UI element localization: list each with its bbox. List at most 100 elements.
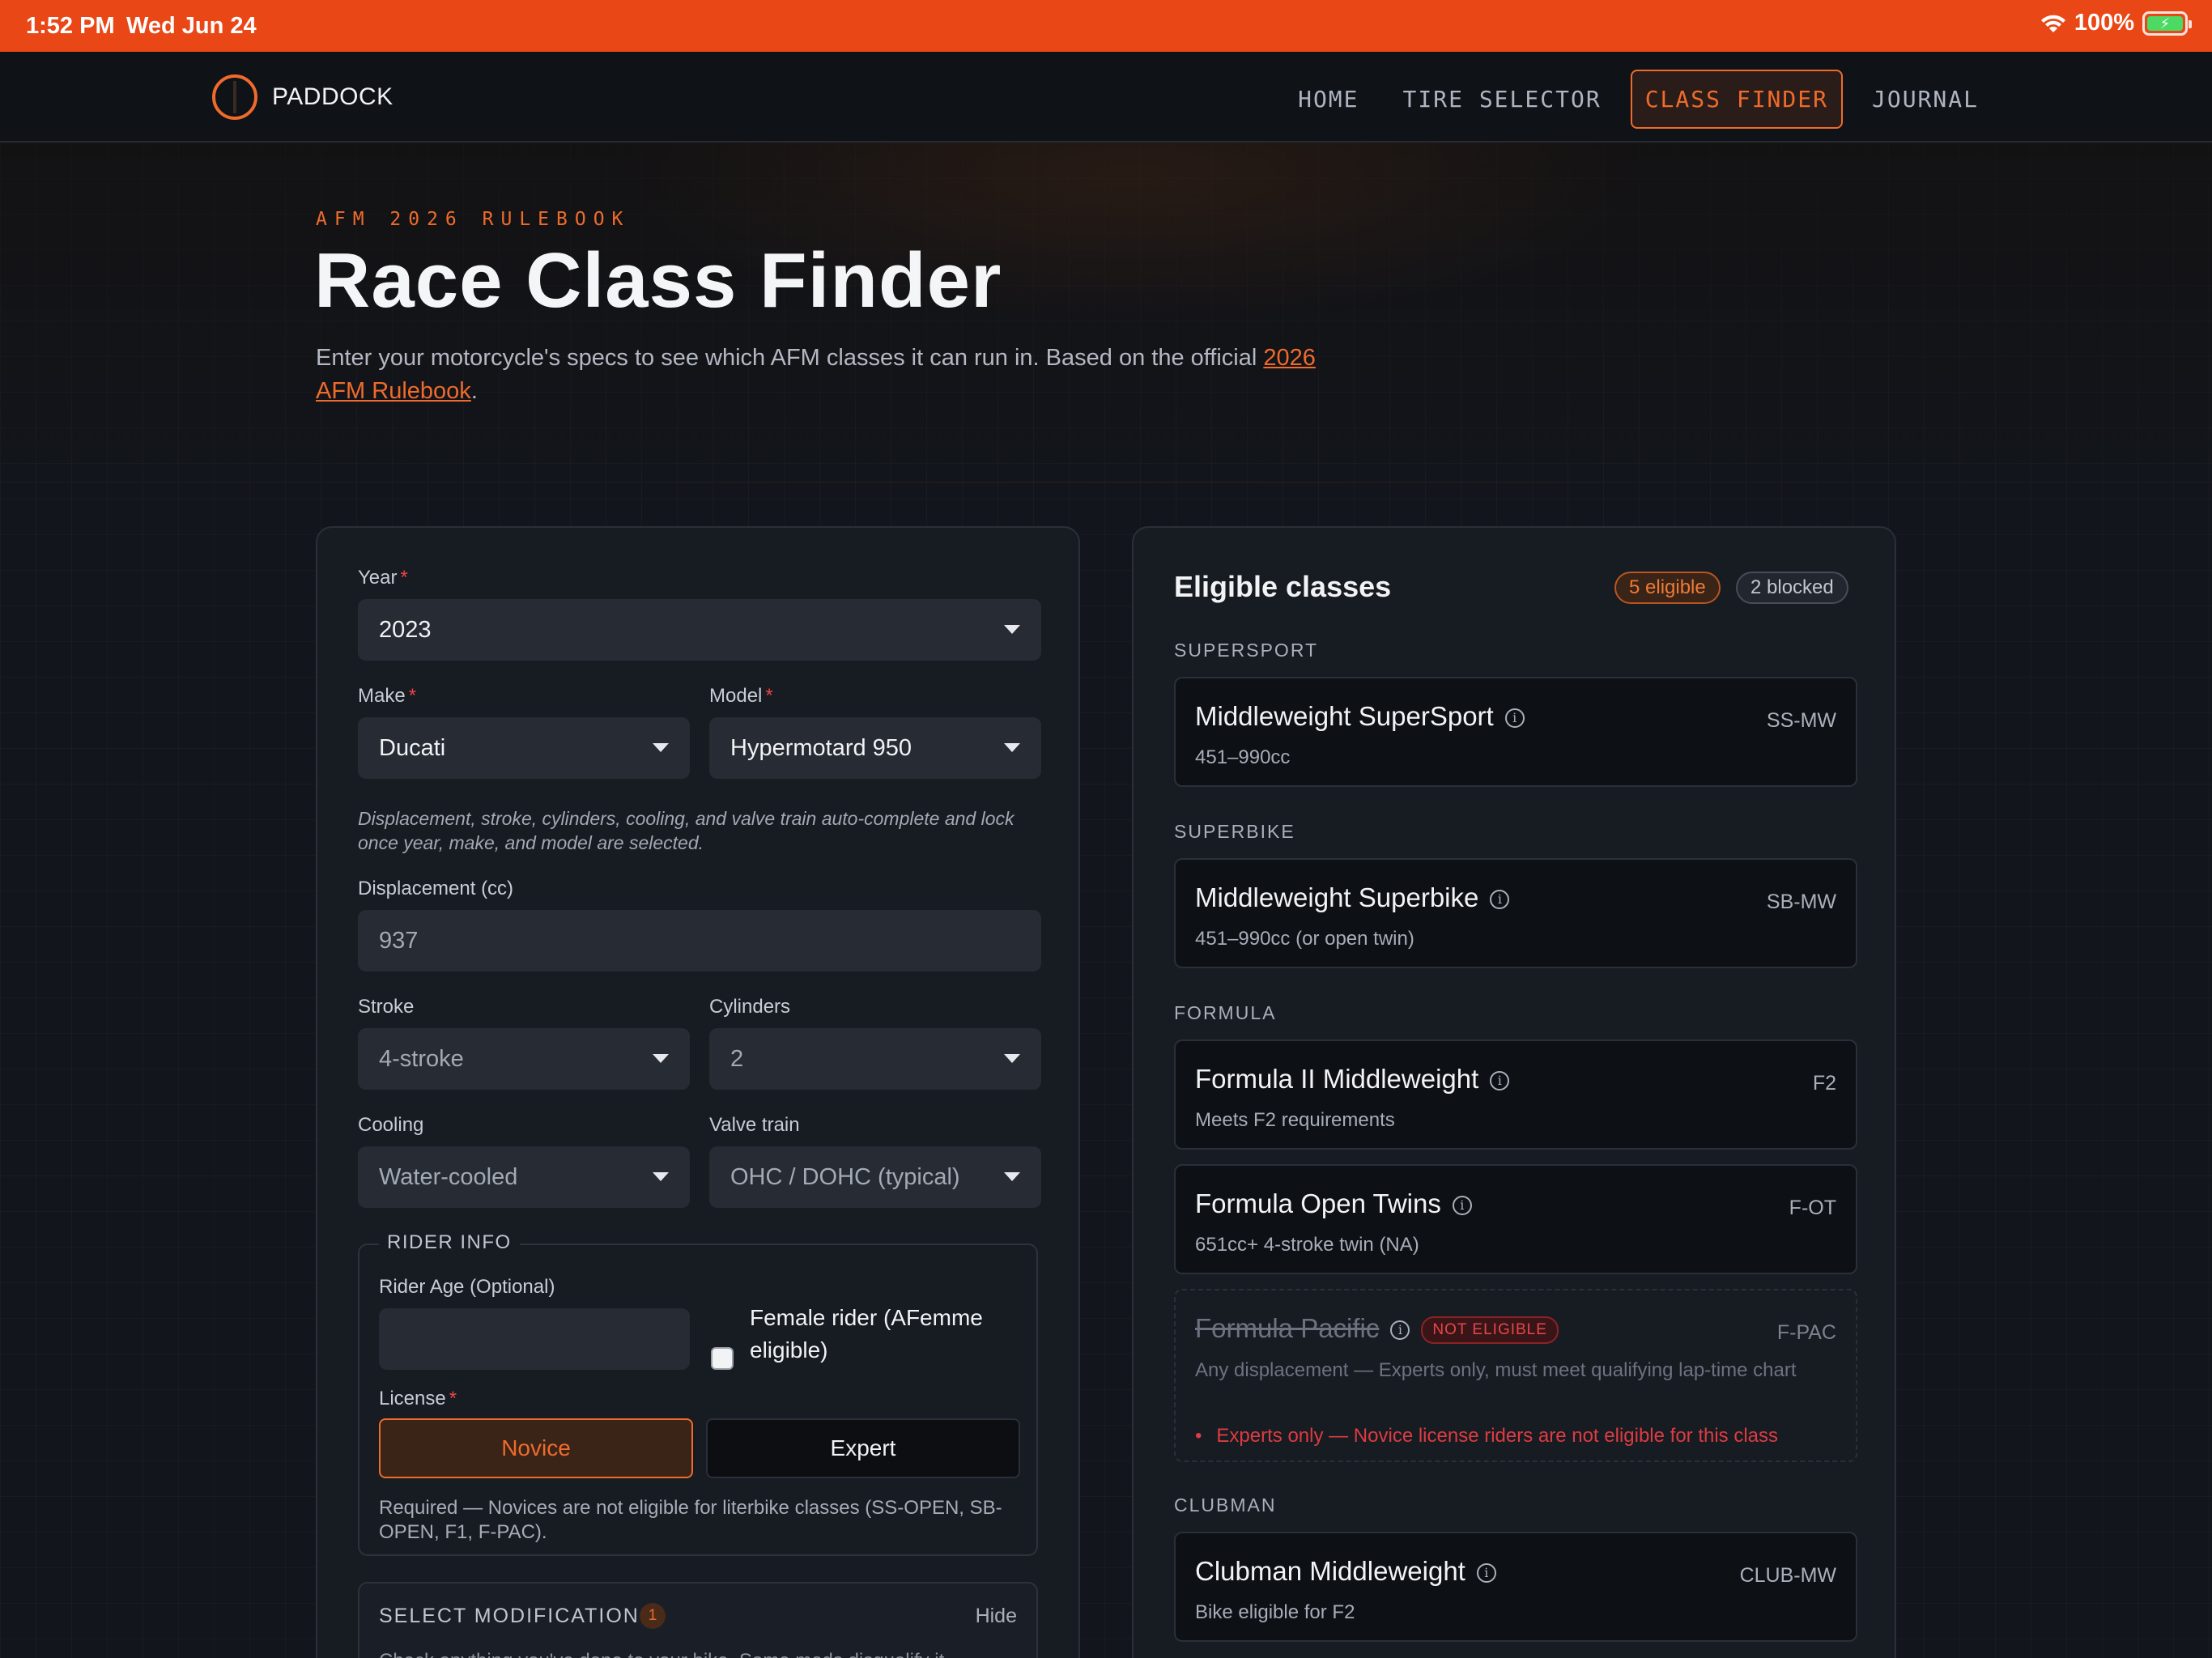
- class-card-sb-mw[interactable]: Middleweight Superbike i SB-MW 451–990cc …: [1174, 858, 1857, 968]
- class-code: CLUB-MW: [1739, 1564, 1836, 1587]
- page-title: Race Class Finder: [314, 237, 1002, 324]
- stroke-value: 4-stroke: [379, 1045, 464, 1072]
- rider-age-label: Rider Age (Optional): [379, 1276, 555, 1298]
- info-icon[interactable]: i: [1390, 1320, 1410, 1341]
- class-name: Middleweight SuperSport i: [1195, 701, 1525, 732]
- class-desc: 451–990cc: [1195, 746, 1291, 768]
- class-desc: 451–990cc (or open twin): [1195, 928, 1414, 950]
- not-eligible-badge: NOT ELIGIBLE: [1421, 1316, 1559, 1345]
- ineligibility-reason: Experts only — Novice license riders are…: [1195, 1425, 1778, 1448]
- info-icon[interactable]: i: [1490, 890, 1510, 910]
- make-value: Ducati: [379, 734, 446, 761]
- displacement-value: 937: [379, 927, 419, 954]
- cylinders-value: 2: [730, 1045, 744, 1072]
- status-bar: 1:52 PM Wed Jun 24 100% ⚡: [0, 0, 2212, 52]
- rider-info-legend: RIDER INFO: [379, 1231, 520, 1254]
- info-icon[interactable]: i: [1490, 1071, 1510, 1091]
- cooling-select[interactable]: Water-cooled: [358, 1146, 690, 1208]
- results-panel: Eligible classes 5 eligible 2 blocked SU…: [1132, 526, 1896, 1658]
- modifications-title: SELECT MODIFICATIONS: [379, 1605, 655, 1627]
- info-icon[interactable]: i: [1476, 1563, 1496, 1584]
- chevron-down-icon: [1004, 743, 1020, 752]
- model-select[interactable]: Hypermotard 950: [709, 717, 1041, 779]
- stroke-label: Stroke: [358, 996, 415, 1018]
- class-card-f-pac[interactable]: Formula Pacific i NOT ELIGIBLE F-PAC Any d…: [1174, 1289, 1857, 1462]
- status-time: 1:52 PM: [26, 13, 115, 39]
- class-desc: Any displacement — Experts only, must me…: [1195, 1359, 1797, 1381]
- wifi-icon: [2040, 15, 2065, 32]
- chevron-down-icon: [1004, 1054, 1020, 1063]
- info-icon[interactable]: i: [1504, 708, 1525, 729]
- results-title: Eligible classes: [1174, 570, 1392, 603]
- cylinders-select[interactable]: 2: [709, 1028, 1041, 1090]
- rider-age-input[interactable]: [379, 1308, 690, 1370]
- modifications-count-badge: 1: [640, 1603, 666, 1629]
- class-code: F2: [1812, 1072, 1836, 1095]
- class-code: SS-MW: [1766, 709, 1836, 732]
- bike-form-panel: Year * 2023 Make * Ducati Model * Hypermota…: [316, 526, 1080, 1658]
- nav-journal[interactable]: JOURNAL: [1857, 70, 1993, 129]
- make-select[interactable]: Ducati: [358, 717, 690, 779]
- class-desc: Meets F2 requirements: [1195, 1109, 1395, 1131]
- chevron-down-icon: [1004, 625, 1020, 634]
- stroke-select[interactable]: 4-stroke: [358, 1028, 690, 1090]
- valve-train-select[interactable]: OHC / DOHC (typical): [709, 1146, 1041, 1208]
- modifications-hide-button[interactable]: Hide: [976, 1605, 1017, 1628]
- model-value: Hypermotard 950: [730, 734, 912, 761]
- modifications-description: Check anything you've done to your bike.…: [379, 1650, 1027, 1658]
- displacement-field[interactable]: 937: [358, 910, 1041, 971]
- class-desc: 651cc+ 4-stroke twin (NA): [1195, 1234, 1419, 1256]
- class-card-f-ot[interactable]: Formula Open Twins i F-OT 651cc+ 4-stroke…: [1174, 1164, 1857, 1274]
- status-date: Wed Jun 24: [126, 13, 257, 39]
- nav-home[interactable]: HOME: [1283, 70, 1373, 129]
- intro-end: .: [470, 378, 478, 404]
- nav-tire-selector[interactable]: TIRE SELECTOR: [1389, 70, 1616, 129]
- year-select[interactable]: 2023: [358, 599, 1041, 661]
- displacement-label: Displacement (cc): [358, 878, 514, 899]
- chevron-down-icon: [653, 743, 669, 752]
- battery-icon: ⚡: [2142, 11, 2192, 36]
- female-rider-label[interactable]: Female rider (AFemme eligible): [750, 1302, 1017, 1367]
- intro-body: Enter your motorcycle's specs to see whi…: [316, 345, 1264, 371]
- cooling-value: Water-cooled: [379, 1163, 518, 1190]
- status-right: 100% ⚡: [2040, 10, 2192, 36]
- logo-icon: [212, 74, 257, 120]
- class-card-f2[interactable]: Formula II Middleweight i F2 Meets F2 req…: [1174, 1039, 1857, 1150]
- class-name: Formula II Middleweight i: [1195, 1064, 1510, 1095]
- battery-percent: 100%: [2074, 10, 2134, 36]
- group-label-formula: FORMULA: [1174, 1002, 1277, 1023]
- class-name: Formula Open Twins i: [1195, 1188, 1472, 1219]
- valve-train-value: OHC / DOHC (typical): [730, 1163, 960, 1190]
- chevron-down-icon: [1004, 1172, 1020, 1181]
- valve-train-label: Valve train: [709, 1114, 800, 1136]
- class-code: F-OT: [1789, 1197, 1836, 1219]
- class-code: F-PAC: [1776, 1321, 1836, 1344]
- eligible-count-badge: 5 eligible: [1614, 572, 1721, 604]
- class-code: SB-MW: [1766, 891, 1836, 913]
- logo[interactable]: PADDOCK: [212, 74, 393, 120]
- nav-class-finder[interactable]: CLASS FINDER: [1630, 70, 1843, 129]
- class-desc: Bike eligible for F2: [1195, 1601, 1355, 1623]
- info-icon[interactable]: i: [1452, 1196, 1472, 1216]
- blocked-count-badge: 2 blocked: [1736, 572, 1848, 604]
- modifications-section: SELECT MODIFICATIONS 1 Hide Check anythi…: [358, 1582, 1038, 1658]
- eyebrow: AFM 2026 RULEBOOK: [316, 209, 631, 230]
- make-label: Make *: [358, 685, 417, 707]
- class-name: Clubman Middleweight i: [1195, 1556, 1496, 1587]
- class-card-ss-mw[interactable]: Middleweight SuperSport i SS-MW 451–990cc: [1174, 677, 1857, 787]
- top-nav: PADDOCK HOME TIRE SELECTOR CLASS FINDER …: [0, 52, 2212, 142]
- logo-text: PADDOCK: [272, 83, 393, 110]
- group-label-superbike: SUPERBIKE: [1174, 821, 1295, 842]
- nav-links: HOME TIRE SELECTOR CLASS FINDER JOURNAL: [1283, 70, 1993, 129]
- group-label-supersport: SUPERSPORT: [1174, 640, 1319, 661]
- group-label-clubman: CLUBMAN: [1174, 1494, 1277, 1516]
- license-novice-button[interactable]: Novice: [379, 1418, 693, 1478]
- female-rider-checkbox[interactable]: [711, 1347, 734, 1370]
- license-expert-button[interactable]: Expert: [706, 1418, 1020, 1478]
- license-label: License *: [379, 1388, 457, 1409]
- license-note: Required — Novices are not eligible for …: [379, 1497, 1002, 1543]
- class-name: Middleweight Superbike i: [1195, 882, 1510, 913]
- chevron-down-icon: [653, 1172, 669, 1181]
- rider-info-section: RIDER INFO Rider Age (Optional) Female r…: [358, 1231, 1038, 1556]
- class-card-club-mw[interactable]: Clubman Middleweight i CLUB-MW Bike eligi…: [1174, 1532, 1857, 1642]
